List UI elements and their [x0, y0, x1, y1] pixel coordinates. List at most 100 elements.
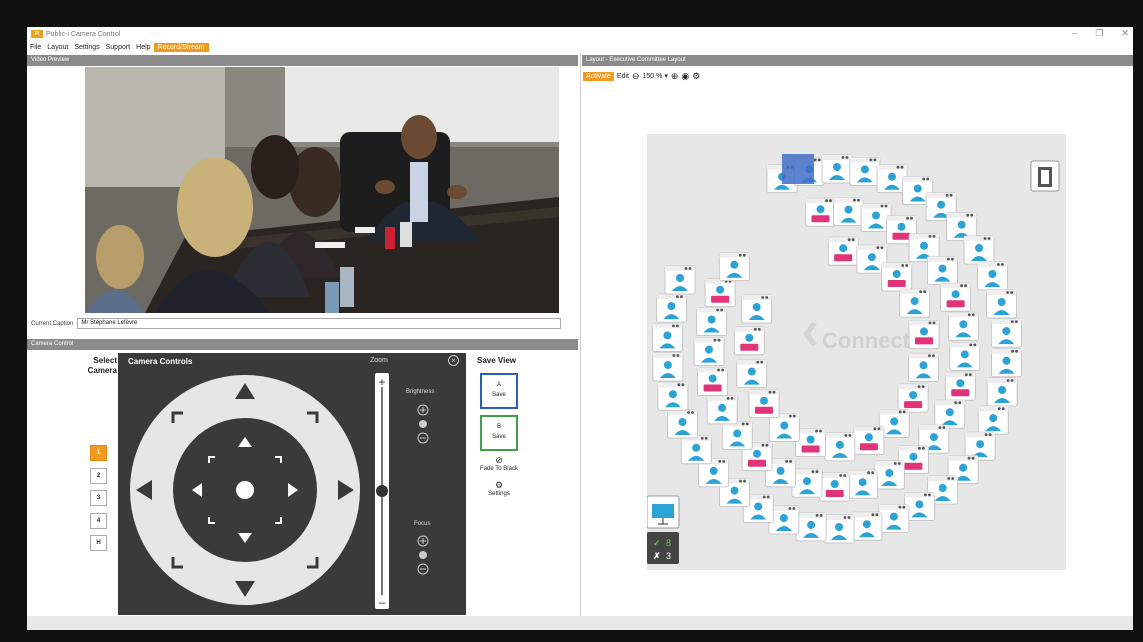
zoom-level-dropdown[interactable]: 150 % ▾	[643, 72, 668, 80]
vote-tally-icon[interactable]	[647, 532, 679, 564]
seat-icon[interactable]	[655, 293, 687, 323]
brightness-up-icon[interactable]	[417, 404, 429, 416]
doors-icon[interactable]	[1030, 160, 1060, 192]
zoom-out-icon[interactable]: –	[379, 595, 386, 609]
seat-icon[interactable]	[976, 261, 1008, 291]
seat-icon[interactable]	[940, 282, 972, 312]
zoom-level-value: 150 %	[642, 73, 663, 80]
seat-icon[interactable]	[667, 409, 698, 439]
menu-settings[interactable]: Settings	[71, 44, 102, 51]
presentation-screen-icon[interactable]	[647, 495, 680, 529]
camera-button-h[interactable]: H	[90, 535, 107, 551]
camera-button-3[interactable]: 3	[90, 490, 107, 506]
seat-icon[interactable]	[680, 435, 712, 465]
seat-icon[interactable]	[977, 405, 1009, 435]
seat-icon[interactable]	[718, 252, 750, 282]
seat-icon[interactable]	[849, 156, 881, 186]
seat-icon[interactable]	[878, 504, 910, 534]
save-view-b-button[interactable]: B Save	[480, 415, 518, 451]
seat-icon[interactable]	[944, 371, 976, 401]
seat-icon[interactable]	[851, 511, 883, 541]
seat-icon[interactable]	[795, 428, 827, 457]
activate-button[interactable]: Activate	[583, 71, 614, 81]
focus-far-icon[interactable]	[417, 563, 429, 575]
camera-button-4[interactable]: 4	[90, 513, 107, 529]
seat-icon[interactable]	[706, 395, 738, 425]
zoom-in-magnifier-icon[interactable]: ⊕	[671, 71, 679, 82]
menu-file[interactable]: File	[27, 44, 44, 51]
panel-divider[interactable]	[580, 53, 581, 630]
seat-icon[interactable]	[873, 460, 905, 490]
brightness-auto-icon[interactable]	[419, 420, 427, 428]
restore-icon[interactable]: ❐	[1095, 28, 1103, 39]
save-view-a-label: A	[496, 382, 501, 388]
close-window-icon[interactable]: ✕	[1121, 28, 1129, 39]
home-position-button[interactable]	[236, 481, 254, 499]
seat-icon[interactable]	[791, 468, 823, 498]
layout-settings-gear-icon[interactable]: ⚙	[692, 71, 700, 82]
camera-button-1[interactable]: 1	[90, 445, 107, 461]
seat-icon[interactable]	[805, 197, 836, 227]
vote-for-value: 8	[666, 538, 671, 548]
seat-icon[interactable]	[908, 352, 939, 382]
seat-icon[interactable]	[693, 337, 725, 367]
seat-icon[interactable]	[741, 294, 773, 324]
seat-icon[interactable]	[748, 389, 780, 419]
menu-help[interactable]: Help	[133, 44, 153, 51]
seat-icon[interactable]	[986, 377, 1018, 407]
seat-icon[interactable]	[736, 359, 768, 389]
seat-icon[interactable]	[795, 512, 827, 542]
menu-support[interactable]: Support	[103, 44, 134, 51]
seat-icon[interactable]	[704, 278, 736, 308]
seat-icon[interactable]	[881, 262, 913, 292]
seat-icon[interactable]	[926, 256, 958, 286]
seat-icon[interactable]	[657, 381, 689, 411]
fade-to-black-button[interactable]: ⊘ Fade To Black	[477, 455, 521, 472]
seat-icon[interactable]	[853, 425, 885, 455]
seat-icon[interactable]	[899, 288, 931, 318]
focus-near-icon[interactable]	[417, 535, 429, 547]
camera-button-2[interactable]: 2	[90, 468, 107, 484]
minimize-icon[interactable]: –	[1072, 28, 1077, 39]
seating-layout-canvas: Connect ✓ 8 ✗ 3	[647, 134, 1066, 570]
seat-icon[interactable]	[963, 235, 995, 265]
seat-icon[interactable]	[897, 383, 929, 413]
zoom-slider-handle[interactable]	[376, 485, 388, 497]
seat-icon[interactable]	[721, 420, 753, 450]
seat-icon[interactable]	[823, 514, 855, 544]
seat-icon[interactable]	[733, 326, 765, 356]
edit-button[interactable]: Edit	[617, 73, 629, 80]
seat-icon[interactable]	[986, 289, 1018, 319]
seat-icon[interactable]	[821, 154, 853, 184]
caption-input[interactable]: Mr Stéphane Lefèvre	[77, 318, 562, 329]
seat-icon[interactable]	[664, 265, 696, 295]
zoom-out-magnifier-icon[interactable]: ⊖	[632, 71, 640, 82]
seat-icon[interactable]	[934, 399, 966, 429]
save-view-a-button[interactable]: A Save	[480, 373, 518, 409]
camera-settings-label: Settings	[488, 491, 510, 497]
seat-icon[interactable]	[991, 348, 1022, 378]
seat-icon[interactable]	[833, 197, 864, 227]
seat-icon[interactable]	[847, 469, 879, 499]
focus-auto-icon[interactable]	[419, 551, 427, 559]
selected-seat-highlight[interactable]	[782, 154, 814, 184]
seat-icon[interactable]	[651, 322, 683, 352]
camera-settings-button[interactable]: ⚙ Settings	[477, 480, 521, 497]
save-view-a-action: Save	[492, 392, 506, 398]
seat-icon[interactable]	[990, 318, 1022, 348]
zoom-in-icon[interactable]: +	[378, 375, 385, 389]
eye-icon[interactable]: ◉	[681, 71, 689, 82]
seat-icon[interactable]	[908, 319, 940, 349]
seat-icon[interactable]	[652, 352, 684, 382]
seat-icon[interactable]	[827, 236, 859, 266]
brightness-down-icon[interactable]	[417, 432, 429, 444]
camera-controls-panel: Camera Controls Zoom × + – Brightness Fo…	[118, 353, 466, 615]
seat-icon[interactable]	[819, 472, 851, 502]
seat-icon[interactable]	[696, 307, 728, 336]
seat-icon[interactable]	[947, 311, 979, 341]
seat-icon[interactable]	[949, 341, 981, 371]
seat-icon[interactable]	[697, 367, 729, 396]
menu-layout[interactable]: Layout	[44, 44, 71, 51]
menu-record-stream[interactable]: Record/Stream	[153, 42, 209, 52]
seat-icon[interactable]	[824, 432, 856, 462]
